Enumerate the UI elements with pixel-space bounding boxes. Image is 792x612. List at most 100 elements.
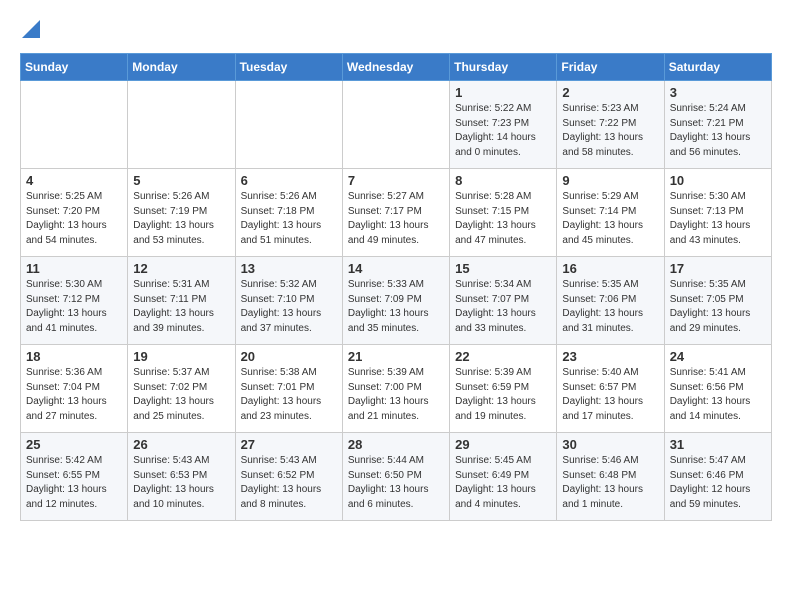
- day-content: Sunrise: 5:32 AM Sunset: 7:10 PM Dayligh…: [241, 278, 337, 336]
- day-content: Sunrise: 5:24 AM Sunset: 7:21 PM Dayligh…: [670, 102, 766, 160]
- day-content: Sunrise: 5:23 AM Sunset: 7:22 PM Dayligh…: [562, 102, 658, 160]
- day-number: 27: [241, 437, 337, 452]
- day-number: 20: [241, 349, 337, 364]
- calendar-cell: 18 Sunrise: 5:36 AM Sunset: 7:04 PM Dayli…: [21, 345, 128, 433]
- calendar-cell: 21 Sunrise: 5:39 AM Sunset: 7:00 PM Dayli…: [342, 345, 449, 433]
- calendar-cell: 17 Sunrise: 5:35 AM Sunset: 7:05 PM Dayli…: [664, 257, 771, 345]
- day-number: 10: [670, 173, 766, 188]
- calendar-cell: 12 Sunrise: 5:31 AM Sunset: 7:11 PM Dayli…: [128, 257, 235, 345]
- day-number: 16: [562, 261, 658, 276]
- day-content: Sunrise: 5:25 AM Sunset: 7:20 PM Dayligh…: [26, 190, 122, 248]
- day-content: Sunrise: 5:46 AM Sunset: 6:48 PM Dayligh…: [562, 454, 658, 512]
- calendar-cell: [21, 81, 128, 169]
- day-header-friday: Friday: [557, 54, 664, 81]
- day-content: Sunrise: 5:41 AM Sunset: 6:56 PM Dayligh…: [670, 366, 766, 424]
- calendar-table: SundayMondayTuesdayWednesdayThursdayFrid…: [20, 53, 772, 521]
- calendar-week-row: 25 Sunrise: 5:42 AM Sunset: 6:55 PM Dayli…: [21, 433, 772, 521]
- day-number: 14: [348, 261, 444, 276]
- day-content: Sunrise: 5:42 AM Sunset: 6:55 PM Dayligh…: [26, 454, 122, 512]
- day-content: Sunrise: 5:37 AM Sunset: 7:02 PM Dayligh…: [133, 366, 229, 424]
- day-number: 30: [562, 437, 658, 452]
- day-content: Sunrise: 5:38 AM Sunset: 7:01 PM Dayligh…: [241, 366, 337, 424]
- day-content: Sunrise: 5:31 AM Sunset: 7:11 PM Dayligh…: [133, 278, 229, 336]
- day-number: 18: [26, 349, 122, 364]
- day-content: Sunrise: 5:39 AM Sunset: 6:59 PM Dayligh…: [455, 366, 551, 424]
- day-number: 2: [562, 85, 658, 100]
- calendar-cell: [342, 81, 449, 169]
- day-header-saturday: Saturday: [664, 54, 771, 81]
- calendar-cell: [235, 81, 342, 169]
- day-number: 12: [133, 261, 229, 276]
- day-number: 5: [133, 173, 229, 188]
- calendar-cell: 24 Sunrise: 5:41 AM Sunset: 6:56 PM Dayli…: [664, 345, 771, 433]
- day-number: 15: [455, 261, 551, 276]
- day-number: 29: [455, 437, 551, 452]
- day-content: Sunrise: 5:35 AM Sunset: 7:05 PM Dayligh…: [670, 278, 766, 336]
- day-number: 11: [26, 261, 122, 276]
- day-content: Sunrise: 5:27 AM Sunset: 7:17 PM Dayligh…: [348, 190, 444, 248]
- calendar-cell: 23 Sunrise: 5:40 AM Sunset: 6:57 PM Dayli…: [557, 345, 664, 433]
- day-content: Sunrise: 5:43 AM Sunset: 6:53 PM Dayligh…: [133, 454, 229, 512]
- day-number: 26: [133, 437, 229, 452]
- page-header: [20, 20, 772, 43]
- day-content: Sunrise: 5:40 AM Sunset: 6:57 PM Dayligh…: [562, 366, 658, 424]
- calendar-cell: [128, 81, 235, 169]
- calendar-cell: 31 Sunrise: 5:47 AM Sunset: 6:46 PM Dayli…: [664, 433, 771, 521]
- day-number: 17: [670, 261, 766, 276]
- day-content: Sunrise: 5:28 AM Sunset: 7:15 PM Dayligh…: [455, 190, 551, 248]
- calendar-header-row: SundayMondayTuesdayWednesdayThursdayFrid…: [21, 54, 772, 81]
- calendar-cell: 6 Sunrise: 5:26 AM Sunset: 7:18 PM Daylig…: [235, 169, 342, 257]
- day-number: 6: [241, 173, 337, 188]
- day-content: Sunrise: 5:43 AM Sunset: 6:52 PM Dayligh…: [241, 454, 337, 512]
- calendar-cell: 13Sunrise: 5:32 AM Sunset: 7:10 PM Dayli…: [235, 257, 342, 345]
- day-content: Sunrise: 5:44 AM Sunset: 6:50 PM Dayligh…: [348, 454, 444, 512]
- day-content: Sunrise: 5:29 AM Sunset: 7:14 PM Dayligh…: [562, 190, 658, 248]
- logo: [20, 20, 40, 43]
- calendar-cell: 19 Sunrise: 5:37 AM Sunset: 7:02 PM Dayli…: [128, 345, 235, 433]
- day-content: Sunrise: 5:26 AM Sunset: 7:18 PM Dayligh…: [241, 190, 337, 248]
- calendar-cell: 10 Sunrise: 5:30 AM Sunset: 7:13 PM Dayli…: [664, 169, 771, 257]
- calendar-cell: 8 Sunrise: 5:28 AM Sunset: 7:15 PM Daylig…: [450, 169, 557, 257]
- calendar-cell: 26 Sunrise: 5:43 AM Sunset: 6:53 PM Dayli…: [128, 433, 235, 521]
- calendar-cell: 11 Sunrise: 5:30 AM Sunset: 7:12 PM Dayli…: [21, 257, 128, 345]
- calendar-cell: 1Sunrise: 5:22 AM Sunset: 7:23 PM Daylig…: [450, 81, 557, 169]
- calendar-cell: 4 Sunrise: 5:25 AM Sunset: 7:20 PM Daylig…: [21, 169, 128, 257]
- calendar-week-row: 18 Sunrise: 5:36 AM Sunset: 7:04 PM Dayli…: [21, 345, 772, 433]
- day-number: 4: [26, 173, 122, 188]
- calendar-cell: 27 Sunrise: 5:43 AM Sunset: 6:52 PM Dayli…: [235, 433, 342, 521]
- day-header-sunday: Sunday: [21, 54, 128, 81]
- calendar-cell: 9Sunrise: 5:29 AM Sunset: 7:14 PM Daylig…: [557, 169, 664, 257]
- calendar-week-row: 1Sunrise: 5:22 AM Sunset: 7:23 PM Daylig…: [21, 81, 772, 169]
- day-number: 8: [455, 173, 551, 188]
- calendar-week-row: 4 Sunrise: 5:25 AM Sunset: 7:20 PM Daylig…: [21, 169, 772, 257]
- calendar-cell: 3Sunrise: 5:24 AM Sunset: 7:21 PM Daylig…: [664, 81, 771, 169]
- calendar-cell: 20 Sunrise: 5:38 AM Sunset: 7:01 PM Dayli…: [235, 345, 342, 433]
- day-number: 25: [26, 437, 122, 452]
- day-content: Sunrise: 5:36 AM Sunset: 7:04 PM Dayligh…: [26, 366, 122, 424]
- day-content: Sunrise: 5:33 AM Sunset: 7:09 PM Dayligh…: [348, 278, 444, 336]
- day-number: 23: [562, 349, 658, 364]
- calendar-week-row: 11 Sunrise: 5:30 AM Sunset: 7:12 PM Dayli…: [21, 257, 772, 345]
- day-number: 31: [670, 437, 766, 452]
- day-number: 1: [455, 85, 551, 100]
- day-number: 21: [348, 349, 444, 364]
- calendar-cell: 14 Sunrise: 5:33 AM Sunset: 7:09 PM Dayli…: [342, 257, 449, 345]
- day-content: Sunrise: 5:26 AM Sunset: 7:19 PM Dayligh…: [133, 190, 229, 248]
- day-number: 24: [670, 349, 766, 364]
- calendar-cell: 30 Sunrise: 5:46 AM Sunset: 6:48 PM Dayli…: [557, 433, 664, 521]
- day-header-tuesday: Tuesday: [235, 54, 342, 81]
- calendar-cell: 25 Sunrise: 5:42 AM Sunset: 6:55 PM Dayli…: [21, 433, 128, 521]
- day-content: Sunrise: 5:30 AM Sunset: 7:12 PM Dayligh…: [26, 278, 122, 336]
- calendar-cell: 16Sunrise: 5:35 AM Sunset: 7:06 PM Dayli…: [557, 257, 664, 345]
- day-content: Sunrise: 5:30 AM Sunset: 7:13 PM Dayligh…: [670, 190, 766, 248]
- calendar-cell: 22 Sunrise: 5:39 AM Sunset: 6:59 PM Dayli…: [450, 345, 557, 433]
- day-number: 19: [133, 349, 229, 364]
- day-number: 22: [455, 349, 551, 364]
- day-header-thursday: Thursday: [450, 54, 557, 81]
- day-content: Sunrise: 5:47 AM Sunset: 6:46 PM Dayligh…: [670, 454, 766, 512]
- day-content: Sunrise: 5:39 AM Sunset: 7:00 PM Dayligh…: [348, 366, 444, 424]
- day-header-monday: Monday: [128, 54, 235, 81]
- calendar-cell: 15Sunrise: 5:34 AM Sunset: 7:07 PM Dayli…: [450, 257, 557, 345]
- calendar-cell: 2 Sunrise: 5:23 AM Sunset: 7:22 PM Daylig…: [557, 81, 664, 169]
- calendar-cell: 29Sunrise: 5:45 AM Sunset: 6:49 PM Dayli…: [450, 433, 557, 521]
